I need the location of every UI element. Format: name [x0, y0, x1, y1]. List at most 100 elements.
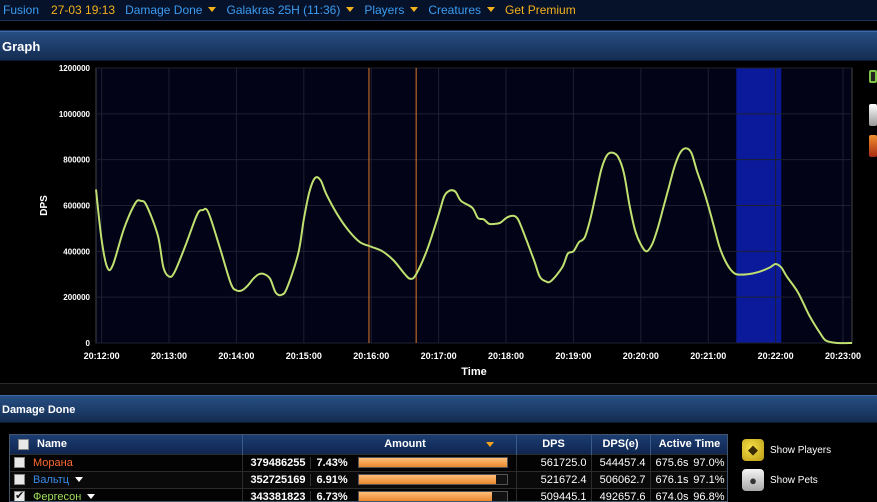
active-percent: 97.0%: [693, 456, 725, 469]
chevron-down-icon: [346, 7, 355, 13]
chart-option-icon[interactable]: [869, 135, 877, 157]
x-tick-label: 20:18:00: [488, 351, 524, 361]
amount-percent: 7.43%: [309, 456, 358, 469]
chevron-down-icon: [410, 7, 419, 13]
cell-name: Морана: [10, 453, 243, 471]
column-header-dpse[interactable]: DPS(e): [591, 435, 651, 454]
column-header-amount-label: Amount: [384, 438, 426, 451]
sort-desc-icon: [485, 441, 494, 447]
show-pets-label: Show Pets: [770, 474, 818, 486]
x-tick-label: 20:19:00: [555, 351, 591, 361]
chart-option-icon[interactable]: [869, 104, 877, 126]
cell-name: Фергесон: [10, 487, 243, 501]
cell-dpse: 544457.4: [591, 453, 651, 471]
active-seconds: 675.6s: [655, 456, 689, 469]
active-percent: 96.8%: [693, 490, 725, 502]
show-pets-button[interactable]: ● Show Pets: [742, 469, 818, 491]
x-tick-label: 20:23:00: [825, 351, 861, 361]
cell-dps: 521672.4: [516, 470, 592, 488]
players-dropdown[interactable]: Players: [364, 0, 419, 20]
cell-dps: 509445.1: [516, 487, 592, 501]
amount-bar: [357, 491, 508, 501]
x-tick-label: 20:17:00: [421, 351, 457, 361]
amount-bar: [357, 457, 508, 468]
amount-value: 352725169: [250, 473, 306, 486]
cell-amount: 379486255 7.43%: [242, 453, 517, 471]
cell-amount: 343381823 6.73%: [242, 487, 517, 502]
encounter-dropdown[interactable]: Galakras 25H (11:36): [226, 0, 355, 20]
encounter-dropdown-label: Galakras 25H (11:36): [226, 3, 341, 17]
amount-bar: [357, 474, 508, 485]
cell-amount: 352725169 6.91%: [242, 470, 517, 488]
select-all-checkbox[interactable]: [18, 438, 29, 450]
damage-done-section-header: Damage Done: [0, 395, 877, 423]
y-tick-label: 1200000: [59, 64, 91, 73]
show-players-label: Show Players: [770, 444, 832, 456]
dps-chart-svg[interactable]: 0 200000 400000 600000 800000 1000000 1200000 2…: [0, 61, 866, 383]
app-name[interactable]: Fusion: [3, 0, 39, 20]
dps-chart[interactable]: 0 200000 400000 600000 800000 1000000 1200000 2…: [0, 61, 866, 383]
cell-name: Вальтц: [10, 470, 243, 488]
pets-icon: ●: [742, 469, 764, 491]
amount-bar-fill: [358, 492, 493, 501]
player-name[interactable]: Фергесон: [33, 491, 81, 501]
column-header-amount[interactable]: Amount: [242, 435, 517, 454]
view-dropdown-label: Damage Done: [125, 3, 203, 17]
column-header-name[interactable]: Name: [10, 435, 243, 454]
y-tick-label: 1000000: [59, 110, 91, 119]
top-nav-bar: Fusion 27-03 19:13 Damage Done Galakras …: [0, 0, 877, 20]
y-tick-label: 400000: [63, 247, 90, 256]
x-tick-label: 20:20:00: [623, 351, 659, 361]
y-tick-label: 800000: [63, 156, 90, 165]
x-tick-label: 20:13:00: [151, 351, 187, 361]
amount-bar-fill: [358, 458, 507, 467]
y-tick-label: 600000: [63, 202, 90, 211]
divider: [0, 20, 877, 21]
show-players-button[interactable]: ◆ Show Players: [742, 439, 831, 461]
row-checkbox[interactable]: [14, 474, 25, 486]
cell-active-time: 675.6s 97.0%: [650, 453, 727, 471]
player-name[interactable]: Вальтц: [33, 474, 69, 486]
column-header-name-label: Name: [37, 438, 67, 451]
legend-toggle-icon[interactable]: [869, 70, 877, 83]
amount-value: 379486255: [250, 456, 306, 469]
damage-done-section-title: Damage Done: [2, 404, 76, 416]
cell-active-time: 676.1s 97.1%: [650, 470, 727, 488]
chevron-down-icon[interactable]: [75, 477, 84, 483]
get-premium-link[interactable]: Get Premium: [505, 0, 576, 20]
y-axis-title: DPS: [39, 195, 50, 216]
x-tick-label: 20:14:00: [218, 351, 254, 361]
player-name[interactable]: Морана: [33, 457, 73, 469]
row-checkbox[interactable]: [14, 489, 25, 501]
graph-section-header: Graph: [0, 31, 877, 61]
view-dropdown[interactable]: Damage Done: [125, 0, 217, 20]
date-link[interactable]: 27-03 19:13: [51, 0, 115, 20]
y-tick-label: 200000: [63, 293, 90, 302]
chevron-down-icon: [487, 7, 496, 13]
players-dropdown-label: Players: [364, 3, 405, 17]
row-checkbox[interactable]: [14, 457, 25, 469]
cell-dpse: 492657.6: [591, 487, 651, 501]
cell-dps: 561725.0: [516, 453, 592, 471]
y-tick-label: 0: [86, 339, 91, 348]
x-tick-label: 20:16:00: [353, 351, 389, 361]
amount-percent: 6.91%: [309, 473, 358, 486]
creatures-dropdown[interactable]: Creatures: [428, 0, 496, 20]
column-header-active-time[interactable]: Active Time: [650, 435, 727, 454]
x-tick-label: 20:22:00: [758, 351, 794, 361]
x-tick-label: 20:12:00: [84, 351, 120, 361]
table-row[interactable]: Фергесон3433818236.73%509445.1492657.667…: [10, 487, 727, 502]
graph-section-title: Graph: [2, 39, 41, 54]
column-header-dps[interactable]: DPS: [516, 435, 592, 454]
chevron-down-icon[interactable]: [87, 494, 96, 500]
amount-bar-fill: [358, 475, 497, 484]
damage-table: Name Amount DPS DPS(e) Active Time Моран…: [9, 434, 728, 502]
active-seconds: 674.0s: [655, 490, 689, 502]
creatures-dropdown-label: Creatures: [428, 3, 482, 17]
table-row[interactable]: Вальтц 352725169 6.91% 521672.4 506062.7 676.…: [10, 470, 727, 488]
x-axis-title: Time: [461, 366, 486, 378]
amount-value: 343381823: [250, 490, 306, 502]
cell-active-time: 674.0s 96.8%: [650, 487, 727, 502]
table-header-row: Name Amount DPS DPS(e) Active Time: [10, 435, 727, 454]
table-row[interactable]: Морана 379486255 7.43% 561725.0 544457.4 675.…: [10, 453, 727, 471]
